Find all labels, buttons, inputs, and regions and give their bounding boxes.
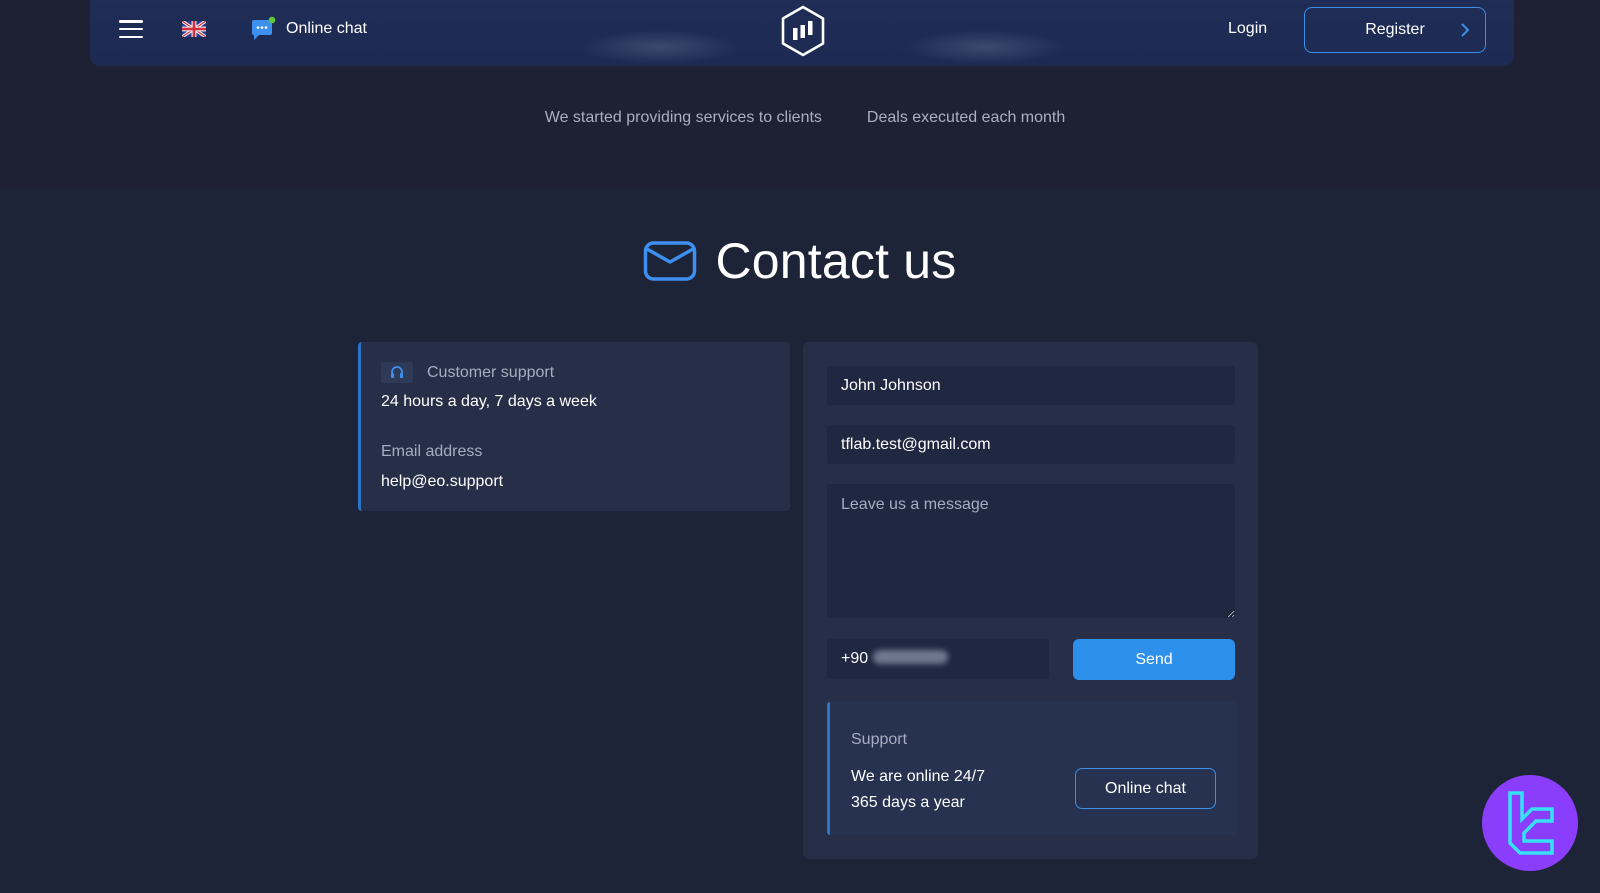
blurred-nav-item bbox=[905, 30, 1065, 64]
stats-row: We started providing services to clients… bbox=[0, 109, 1600, 127]
email-address-label: Email address bbox=[381, 443, 483, 460]
page-title: Contact us bbox=[715, 233, 957, 289]
online-chat-label: Online chat bbox=[286, 20, 367, 37]
contact-heading: Contact us bbox=[0, 232, 1600, 290]
uk-flag-icon[interactable] bbox=[182, 21, 206, 37]
envelope-icon bbox=[644, 241, 697, 281]
chat-bubble-icon bbox=[252, 16, 276, 40]
contact-info-card: Customer support 24 hours a day, 7 days … bbox=[358, 342, 790, 511]
login-link[interactable]: Login bbox=[1228, 20, 1267, 38]
email-address-value[interactable]: help@eo.support bbox=[381, 473, 503, 491]
watermark-badge bbox=[1482, 775, 1578, 871]
phone-field[interactable] bbox=[827, 639, 1049, 679]
blurred-nav-item bbox=[580, 30, 740, 64]
register-button[interactable]: Register bbox=[1304, 7, 1486, 53]
customer-support-row: Customer support bbox=[381, 362, 554, 383]
support-title: Support bbox=[851, 731, 908, 748]
send-button[interactable]: Send bbox=[1073, 639, 1235, 680]
customer-support-label: Customer support bbox=[427, 363, 555, 381]
support-line-1: We are online 24/7 bbox=[851, 768, 986, 785]
support-hours: 24 hours a day, 7 days a week bbox=[381, 393, 597, 410]
stat-label: Deals executed each month bbox=[866, 109, 1066, 126]
top-navbar: Online chat Login Register bbox=[90, 0, 1514, 66]
hexagon-chart-logo[interactable] bbox=[778, 4, 828, 58]
contact-form: Send Support We are online 24/7 365 days… bbox=[803, 342, 1258, 859]
support-box: Support We are online 24/7 365 days a ye… bbox=[827, 702, 1237, 835]
email-field[interactable] bbox=[827, 425, 1235, 464]
support-line-2: 365 days a year bbox=[851, 794, 965, 811]
hamburger-icon[interactable] bbox=[119, 20, 143, 38]
register-label: Register bbox=[1365, 21, 1425, 38]
name-field[interactable] bbox=[827, 366, 1235, 405]
chevron-right-icon bbox=[1461, 23, 1470, 37]
online-chat-button[interactable]: Online chat bbox=[1075, 768, 1216, 809]
tl-logo-icon bbox=[1508, 791, 1554, 855]
message-textarea[interactable] bbox=[827, 484, 1235, 618]
stat-label: We started providing services to clients bbox=[544, 109, 822, 126]
online-chat-link[interactable]: Online chat bbox=[250, 16, 367, 42]
headset-icon bbox=[381, 362, 413, 383]
